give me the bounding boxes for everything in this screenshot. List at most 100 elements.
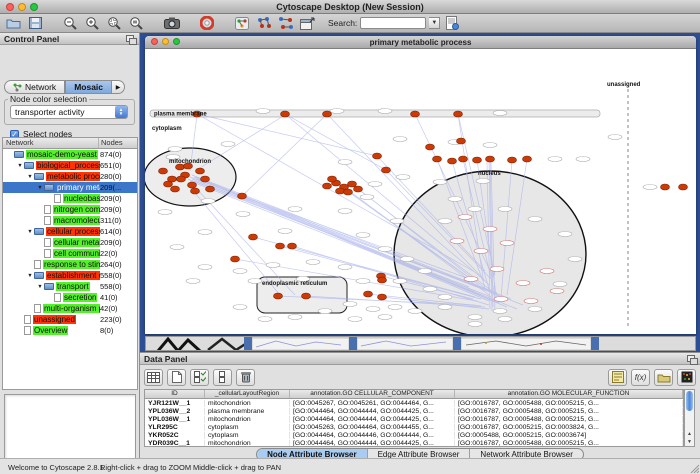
scrollbar-thumb[interactable] bbox=[686, 391, 693, 411]
network-node[interactable] bbox=[323, 111, 332, 117]
network-node[interactable] bbox=[302, 293, 311, 299]
expand-arrow-icon[interactable]: ▼ bbox=[26, 273, 34, 279]
network-node[interactable] bbox=[661, 184, 670, 190]
network-node[interactable] bbox=[473, 157, 482, 163]
network-node[interactable] bbox=[679, 184, 688, 190]
network-node[interactable] bbox=[378, 294, 387, 300]
network-node[interactable] bbox=[201, 176, 210, 182]
select-attributes-icon[interactable] bbox=[144, 369, 163, 386]
tree-row[interactable]: ▼biological_process651(0) bbox=[3, 160, 137, 171]
network-node[interactable] bbox=[328, 176, 337, 182]
network-node[interactable] bbox=[159, 168, 168, 174]
expand-arrow-icon[interactable]: ▼ bbox=[26, 174, 34, 180]
network-node[interactable] bbox=[382, 167, 391, 173]
network-node[interactable] bbox=[249, 234, 258, 240]
tree-header-nodes[interactable]: Nodes bbox=[99, 138, 137, 148]
float-panel-icon[interactable] bbox=[126, 35, 135, 43]
table-row[interactable]: YKR052Ccytoplasm[GO:0044464, GO:0044446,… bbox=[145, 431, 683, 439]
network-node[interactable] bbox=[191, 188, 200, 194]
network-node[interactable] bbox=[457, 138, 466, 144]
tab-overflow-button[interactable]: ▶ bbox=[112, 80, 125, 94]
tree-row[interactable]: macromolecule311(0) bbox=[3, 215, 137, 226]
network-node[interactable] bbox=[276, 243, 285, 249]
tree-row[interactable]: ▼primary metabolic209(... bbox=[3, 182, 137, 193]
apply-style-icon[interactable] bbox=[276, 15, 295, 32]
snapshot-icon[interactable] bbox=[162, 15, 181, 32]
network-node[interactable] bbox=[486, 156, 495, 162]
network-view-titlebar[interactable]: primary metabolic process bbox=[145, 36, 696, 49]
tree-row[interactable]: ▼establishment of lo558(0) bbox=[3, 270, 137, 281]
network-node[interactable] bbox=[177, 176, 186, 182]
attribute-table[interactable]: ID_cellularLayoutRegionannotation.GO CEL… bbox=[144, 389, 684, 447]
open-file-icon[interactable] bbox=[4, 15, 23, 32]
node-color-dropdown[interactable]: transporter activity ▲▼ bbox=[10, 105, 128, 119]
network-node[interactable] bbox=[323, 183, 332, 189]
network-node[interactable] bbox=[164, 181, 173, 187]
float-window-icon[interactable] bbox=[298, 15, 317, 32]
network-canvas[interactable]: plasma membrane cytoplasm mitochondrion … bbox=[145, 49, 696, 334]
expand-arrow-icon[interactable]: ▼ bbox=[16, 163, 24, 169]
tree-row[interactable]: ▼cellular process614(0) bbox=[3, 226, 137, 237]
network-node[interactable] bbox=[378, 277, 387, 283]
help-icon[interactable] bbox=[197, 15, 216, 32]
network-node[interactable] bbox=[411, 111, 420, 117]
zoom-fit-icon[interactable] bbox=[127, 15, 146, 32]
formula-builder-icon[interactable]: f(x) bbox=[631, 369, 650, 386]
tree-row[interactable]: Overview8(0) bbox=[3, 325, 137, 336]
attribute-editor-icon[interactable] bbox=[608, 369, 627, 386]
tree-row[interactable]: nucleobase-209(0) bbox=[3, 193, 137, 204]
select-all-attributes-icon[interactable] bbox=[190, 369, 209, 386]
table-row[interactable]: YPL036W__1mitochondrion[GO:0044464, GO:0… bbox=[145, 415, 683, 423]
network-node[interactable] bbox=[238, 193, 247, 199]
delete-attribute-icon[interactable] bbox=[236, 369, 255, 386]
network-node[interactable] bbox=[288, 243, 297, 249]
network-node[interactable] bbox=[206, 186, 215, 192]
tree-row[interactable]: secretion41(0) bbox=[3, 292, 137, 303]
network-node[interactable] bbox=[459, 156, 468, 162]
network-node[interactable] bbox=[196, 168, 205, 174]
tree-row[interactable]: cell communicat22(0) bbox=[3, 248, 137, 259]
network-node[interactable] bbox=[364, 291, 373, 297]
network-node[interactable] bbox=[274, 293, 283, 299]
search-dropdown-button[interactable]: ▼ bbox=[429, 17, 440, 29]
main-titlebar[interactable]: Cytoscape Desktop (New Session) bbox=[0, 0, 700, 14]
network-node[interactable] bbox=[454, 111, 463, 117]
tree-row[interactable]: mosaic-demo-yeast874(0) bbox=[3, 149, 137, 160]
float-data-panel-icon[interactable] bbox=[687, 355, 696, 363]
column-header[interactable]: annotation.GO CELLULAR_COMPONENT bbox=[290, 390, 455, 398]
tree-row[interactable]: ▼metabolic process280(0) bbox=[3, 171, 137, 182]
zoom-selected-icon[interactable] bbox=[105, 15, 124, 32]
tree-row[interactable]: multi-organism pro42(0) bbox=[3, 303, 137, 314]
table-row[interactable]: YDR039C__1mitochondrion[GO:0044464, GO:0… bbox=[145, 439, 683, 447]
expand-arrow-icon[interactable]: ▼ bbox=[26, 229, 34, 235]
unselect-all-attributes-icon[interactable] bbox=[213, 369, 232, 386]
network-node[interactable] bbox=[508, 157, 517, 163]
network-view-window[interactable]: primary metabolic process plasma m bbox=[145, 36, 696, 334]
import-attributes-icon[interactable] bbox=[654, 369, 673, 386]
network-node[interactable] bbox=[348, 181, 357, 187]
network-node[interactable] bbox=[344, 189, 353, 195]
scroll-down-icon[interactable]: ▼ bbox=[686, 438, 693, 446]
configure-search-icon[interactable] bbox=[443, 15, 462, 32]
column-header[interactable]: ID bbox=[145, 390, 205, 398]
matrix-view-icon[interactable] bbox=[677, 369, 696, 386]
apply-layout-icon[interactable] bbox=[254, 15, 273, 32]
zoom-in-icon[interactable] bbox=[83, 15, 102, 32]
table-scrollbar[interactable]: ▲ ▼ bbox=[684, 389, 695, 447]
expand-arrow-icon[interactable]: ▼ bbox=[36, 185, 44, 191]
tab-network[interactable]: Network bbox=[4, 80, 65, 94]
new-attribute-icon[interactable] bbox=[167, 369, 186, 386]
network-node[interactable] bbox=[336, 188, 345, 194]
network-node[interactable] bbox=[426, 144, 435, 150]
tree-row[interactable]: ▼transport558(0) bbox=[3, 281, 137, 292]
tree-row[interactable]: cellular metabol209(0) bbox=[3, 237, 137, 248]
scroll-up-icon[interactable]: ▲ bbox=[686, 430, 693, 438]
tree-row[interactable]: response to stimul264(0) bbox=[3, 259, 137, 270]
view-settings-icon[interactable] bbox=[232, 15, 251, 32]
zoom-out-icon[interactable] bbox=[61, 15, 80, 32]
network-node[interactable] bbox=[281, 111, 290, 117]
table-row[interactable]: YPL036W__2plasma membrane[GO:0044464, GO… bbox=[145, 407, 683, 415]
search-input[interactable] bbox=[360, 17, 426, 29]
network-node[interactable] bbox=[523, 156, 532, 162]
network-node[interactable] bbox=[354, 186, 363, 192]
